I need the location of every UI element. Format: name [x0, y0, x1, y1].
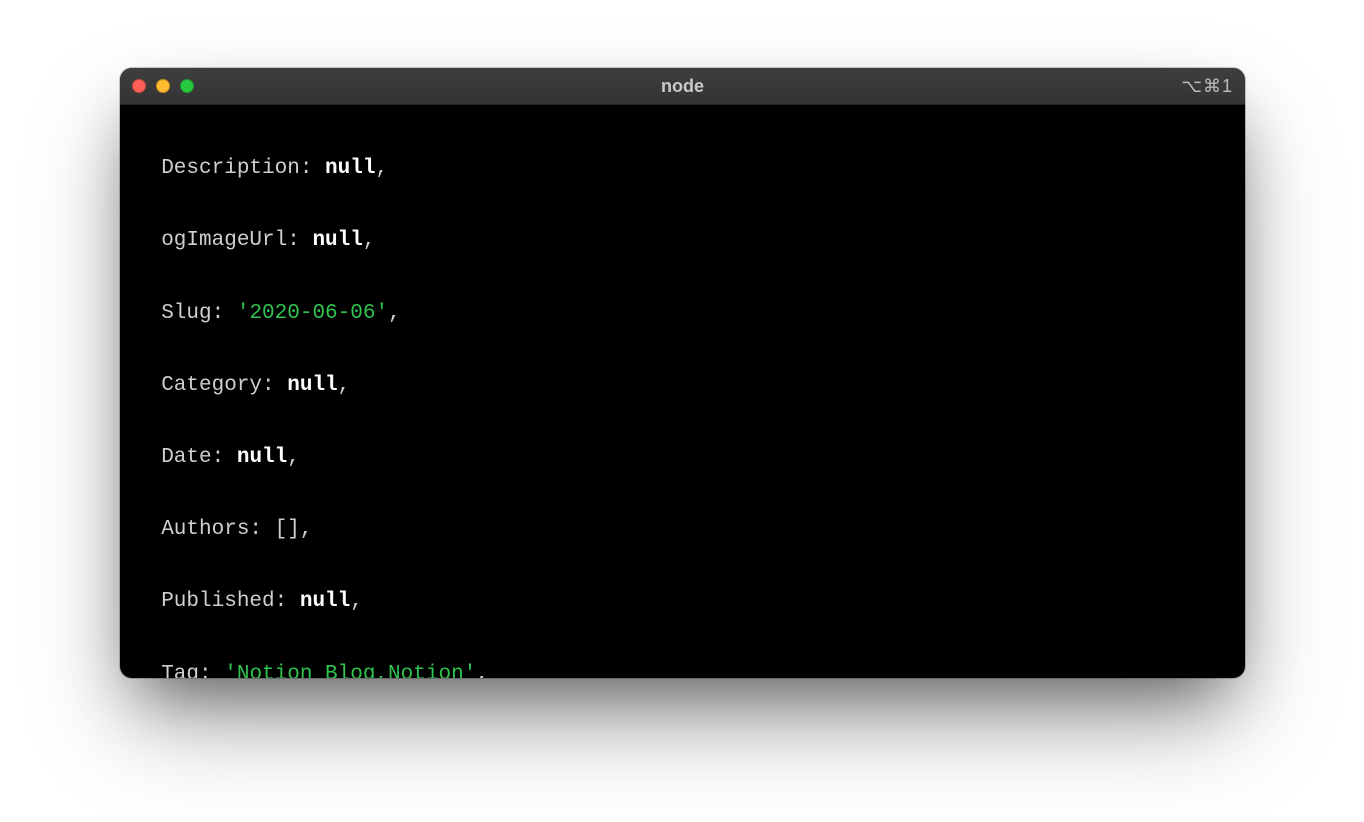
titlebar: node ⌥⌘1 — [120, 68, 1245, 105]
val-tag: 'Notion Blog,Notion' — [224, 663, 476, 678]
val-slug: '2020-06-06' — [237, 302, 388, 325]
val-description: null — [325, 157, 375, 180]
terminal-window: node ⌥⌘1 Description: null, ogImageUrl: … — [120, 68, 1245, 678]
close-icon[interactable] — [132, 79, 146, 93]
val-ogimageurl: null — [312, 229, 362, 252]
val-date: null — [237, 446, 287, 469]
val-category: null — [287, 374, 337, 397]
traffic-lights — [132, 79, 212, 93]
key-slug: Slug — [161, 302, 211, 325]
window-title: node — [120, 76, 1245, 97]
val-authors: [] — [275, 518, 300, 541]
val-published: null — [300, 590, 350, 613]
key-tag: Tag — [161, 663, 199, 678]
zoom-icon[interactable] — [180, 79, 194, 93]
key-date: Date — [161, 446, 211, 469]
minimize-icon[interactable] — [156, 79, 170, 93]
terminal-output[interactable]: Description: null, ogImageUrl: null, Slu… — [120, 105, 1245, 678]
window-shortcut: ⌥⌘1 — [1181, 76, 1233, 97]
key-authors: Authors — [161, 518, 249, 541]
key-category: Category — [161, 374, 262, 397]
key-description: Description — [161, 157, 300, 180]
key-ogimageurl: ogImageUrl — [161, 229, 287, 252]
key-published: Published — [161, 590, 274, 613]
